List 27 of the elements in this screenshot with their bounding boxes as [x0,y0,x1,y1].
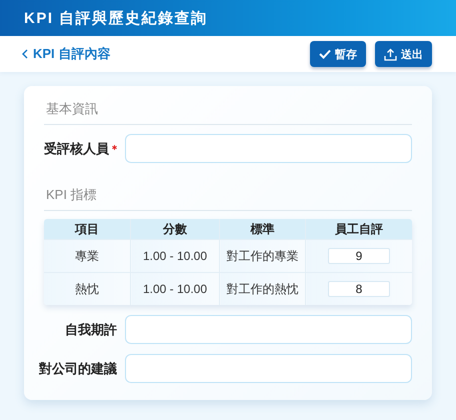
text-input[interactable] [125,315,412,344]
submit-button[interactable]: 送出 [375,41,432,67]
back-link[interactable]: KPI 自評內容 [22,45,110,63]
text-input[interactable] [125,134,412,163]
upload-icon [384,48,397,60]
column-header: 分數 [130,219,220,240]
column-header: 標準 [220,219,306,240]
check-icon [319,49,331,59]
score-input[interactable]: 9 [328,248,390,264]
table-cell: 1.00 - 10.00 [130,240,220,272]
section-title: KPI 指標 [44,182,412,211]
score-input[interactable]: 8 [328,281,390,297]
chevron-left-icon [22,49,28,59]
table-cell: 專業 [44,240,130,272]
field-label: 自我期許 [65,320,117,338]
section-title: 基本資訊 [44,96,412,125]
table-cell: 對工作的熱忱 [220,272,306,305]
table-cell: 1.00 - 10.00 [130,272,220,305]
table-cell: 熱忱 [44,272,130,305]
column-header: 員工自評 [306,219,412,240]
window-title: KPI 自評與歷史紀錄查詢 [24,8,208,28]
column-header: 項目 [44,219,130,240]
table-cell: 對工作的專業 [220,240,306,272]
field-label: 受評核人員 [44,140,109,158]
text-input[interactable] [125,354,412,383]
field-label: 對公司的建議 [39,360,117,378]
save-button[interactable]: 暫存 [310,41,366,67]
